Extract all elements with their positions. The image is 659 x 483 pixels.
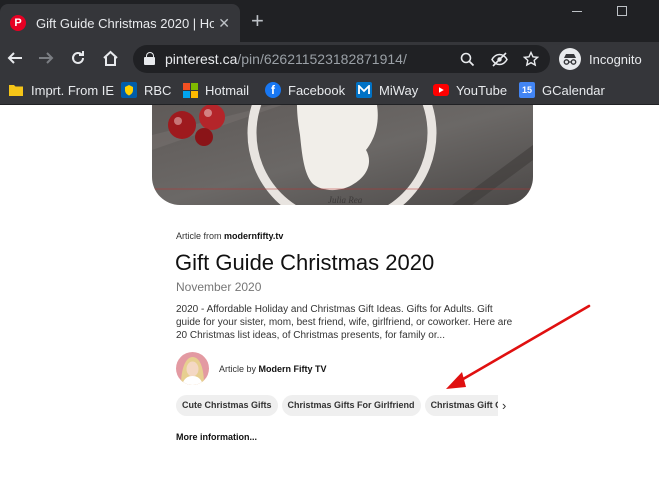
author-link[interactable]: Modern Fifty TV: [259, 364, 327, 374]
pin-title[interactable]: Gift Guide Christmas 2020: [175, 250, 434, 276]
folder-icon: [8, 82, 24, 98]
pin-photo: Julia Rea: [152, 105, 533, 205]
rbc-icon: [121, 82, 137, 98]
tag-list: Cute Christmas Gifts Christmas Gifts For …: [176, 395, 498, 417]
zoom-search-icon[interactable]: [458, 50, 476, 68]
bookmark-label: Facebook: [288, 82, 346, 98]
bookmark-miway[interactable]: MiWay: [356, 81, 418, 99]
youtube-icon: [433, 82, 449, 98]
bookmark-hotmail[interactable]: Hotmail: [182, 81, 249, 99]
browser-tab[interactable]: P Gift Guide Christmas 2020 | Holid ✕: [0, 4, 240, 42]
back-button[interactable]: [4, 47, 26, 69]
bookmark-rbc[interactable]: RBC: [121, 81, 171, 99]
bookmark-label: YouTube: [456, 82, 508, 98]
calendar-icon: 15: [519, 82, 535, 98]
image-signature: Julia Rea: [328, 195, 363, 205]
address-bar[interactable]: pinterest.ca/pin/626211523182871914/: [133, 45, 550, 73]
bookmark-label: GCalendar: [542, 82, 605, 98]
pin-date: November 2020: [176, 280, 262, 294]
incognito-label: Incognito: [589, 51, 642, 67]
home-button[interactable]: [99, 47, 121, 69]
tab-close-icon[interactable]: ✕: [218, 15, 230, 32]
window-minimize-button[interactable]: [572, 11, 582, 12]
bookmark-label: MiWay: [379, 82, 419, 98]
source-link[interactable]: modernfifty.tv: [224, 231, 283, 241]
url-text[interactable]: pinterest.ca/pin/626211523182871914/: [165, 51, 407, 67]
bookmark-facebook[interactable]: f Facebook: [265, 81, 345, 99]
bookmark-star-icon[interactable]: [522, 50, 540, 68]
third-party-cookies-blocked-icon[interactable]: [490, 50, 508, 68]
new-tab-button[interactable]: +: [251, 9, 264, 33]
browser-titlebar: P Gift Guide Christmas 2020 | Holid ✕ +: [0, 0, 659, 42]
microsoft-icon: [182, 82, 198, 98]
bookmark-label: RBC: [144, 82, 172, 98]
url-path: /pin/626211523182871914/: [237, 51, 407, 67]
bookmark-label: Hotmail: [205, 82, 250, 98]
pin-description: 2020 - Affordable Holiday and Christmas …: [176, 304, 513, 341]
tag-chip[interactable]: Cute Christmas Gifts: [176, 395, 278, 416]
pin-image[interactable]: Julia Rea: [152, 105, 533, 205]
bookmark-youtube[interactable]: YouTube: [433, 81, 507, 99]
forward-arrow-icon: [39, 52, 54, 64]
url-host: pinterest.ca: [165, 51, 238, 67]
article-author: Article by Modern Fifty TV: [219, 364, 327, 374]
incognito-icon: [559, 48, 581, 70]
article-from-prefix: Article from: [176, 231, 225, 241]
back-arrow-icon: [7, 52, 22, 64]
more-information-link[interactable]: More information...: [176, 432, 257, 442]
reload-button[interactable]: [67, 47, 89, 69]
article-source: Article from modernfifty.tv: [176, 231, 283, 241]
tags-next-chevron-icon[interactable]: ›: [502, 398, 506, 413]
pinterest-favicon-icon: P: [10, 15, 26, 31]
tag-chip[interactable]: Christmas Gifts For Girlfriend: [281, 395, 421, 416]
home-icon: [102, 50, 118, 66]
miway-icon: [356, 82, 372, 98]
lock-icon[interactable]: [143, 52, 157, 66]
forward-button[interactable]: [35, 47, 57, 69]
article-by-prefix: Article by: [219, 364, 259, 374]
browser-toolbar: pinterest.ca/pin/626211523182871914/ Inc…: [0, 42, 659, 76]
bookmark-imprt-from-ie[interactable]: Imprt. From IE: [8, 81, 114, 99]
bookmark-label: Imprt. From IE: [31, 82, 115, 98]
tab-title: Gift Guide Christmas 2020 | Holid: [36, 15, 215, 31]
tag-chip[interactable]: Christmas Gift Guide: [424, 395, 498, 416]
incognito-profile-button[interactable]: Incognito: [559, 46, 642, 72]
window-maximize-button[interactable]: [617, 6, 627, 16]
author-avatar[interactable]: [176, 352, 209, 385]
bookmark-gcalendar[interactable]: 15 GCalendar: [519, 81, 605, 99]
facebook-icon: f: [265, 82, 281, 98]
reload-icon: [72, 51, 84, 64]
bookmarks-bar: Imprt. From IE RBC Hotmail f Facebook Mi…: [0, 76, 659, 105]
